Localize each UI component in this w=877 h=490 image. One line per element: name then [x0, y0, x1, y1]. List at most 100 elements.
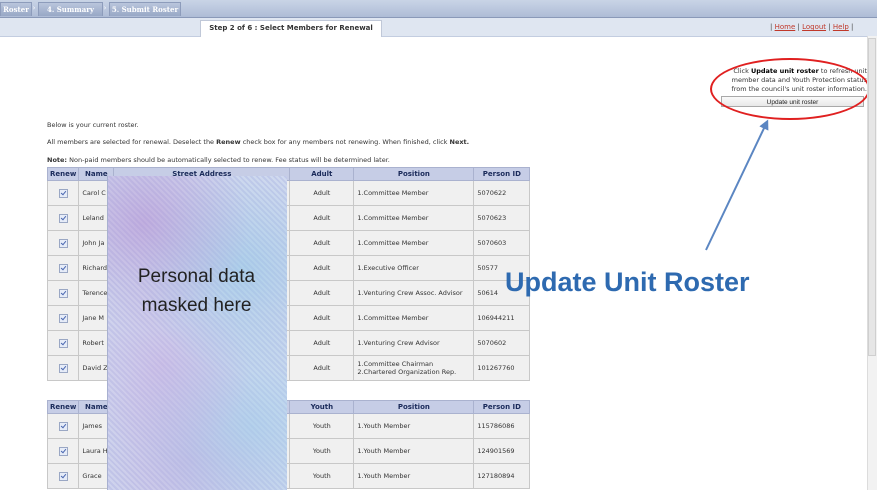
renew-checkbox[interactable] [58, 213, 68, 223]
position: 1.Venturing Crew Advisor [353, 330, 475, 356]
scrollbar-thumb[interactable] [868, 38, 876, 356]
renew-checkbox[interactable] [58, 363, 68, 373]
renew-cell [46, 230, 80, 256]
tab-label: 5. Submit Roster [111, 5, 179, 14]
renew-checkbox[interactable] [58, 313, 68, 323]
renew-checkbox[interactable] [58, 421, 68, 431]
renew-cell [46, 438, 80, 464]
renew-checkbox[interactable] [58, 188, 68, 198]
person-id: 5070622 [473, 180, 531, 206]
arrow-line [705, 119, 769, 251]
tab-label: 4. Summary [47, 5, 94, 14]
position-line: 1.Youth Member [357, 447, 411, 455]
position: 1.Committee Member [353, 205, 475, 231]
position-line: 1.Committee Chairman [357, 360, 434, 368]
instructions-line: All members are selected for renewal. De… [47, 138, 469, 146]
position: 1.Committee Member [353, 230, 475, 256]
position: 1.Venturing Crew Assoc. Advisor [353, 280, 475, 306]
position: 1.Committee Chairman 2.Chartered Organiza… [353, 355, 475, 381]
position-line: 1.Youth Member [357, 422, 411, 430]
col-renew: Renew [46, 167, 80, 181]
member-type: Adult [289, 330, 355, 356]
position-line: 2.Chartered Organization Rep. [357, 368, 457, 376]
instr-text-a: All members are selected for renewal. De… [47, 138, 215, 146]
note-label: Note: [47, 156, 68, 164]
tab-summary[interactable]: 4. Summary [38, 2, 103, 16]
member-type: Youth [289, 413, 355, 439]
renew-cell [46, 255, 80, 281]
col-position: Position [353, 400, 475, 414]
renew-cell [46, 180, 80, 206]
help-link[interactable]: Help [833, 23, 849, 31]
renew-checkbox[interactable] [58, 263, 68, 273]
renew-checkbox[interactable] [58, 238, 68, 248]
member-type: Adult [289, 355, 355, 381]
member-type: Adult [289, 280, 355, 306]
tab-separator: › [32, 4, 36, 12]
position-line: 1.Committee Member [357, 214, 429, 222]
top-links: | Home | Logout | Help | [770, 23, 854, 31]
position-line: 1.Committee Member [357, 314, 429, 322]
privacy-mask [107, 176, 287, 490]
logout-link[interactable]: Logout [802, 23, 826, 31]
note-text: Non-paid members should be automatically… [69, 156, 390, 164]
position: 1.Youth Member [353, 463, 475, 489]
renew-cell [46, 280, 80, 306]
member-type: Adult [289, 230, 355, 256]
member-type: Youth [289, 463, 355, 489]
position: 1.Youth Member [353, 413, 475, 439]
member-type: Youth [289, 438, 355, 464]
home-link[interactable]: Home [775, 23, 796, 31]
note-line: Note: Non-paid members should be automat… [47, 156, 390, 164]
col-member-type: Adult [289, 167, 355, 181]
renew-checkbox[interactable] [58, 288, 68, 298]
callout-label: Update Unit Roster [505, 267, 750, 297]
person-id: 106944211 [473, 305, 531, 331]
col-renew: Renew [46, 400, 80, 414]
renew-checkbox[interactable] [58, 471, 68, 481]
position-line: 1.Executive Officer [357, 264, 419, 272]
renew-checkbox[interactable] [58, 338, 68, 348]
col-position: Position [353, 167, 475, 181]
tab-separator: › [103, 4, 107, 12]
renew-cell [46, 205, 80, 231]
position-line: 1.Venturing Crew Assoc. Advisor [357, 289, 463, 297]
person-id: 5070603 [473, 230, 531, 256]
renew-cell [46, 463, 80, 489]
renew-cell [46, 305, 80, 331]
renew-cell [46, 330, 80, 356]
col-member-type: Youth [289, 400, 355, 414]
person-id: 127180894 [473, 463, 531, 489]
highlight-ellipse [710, 58, 870, 120]
person-id: 5070602 [473, 330, 531, 356]
person-id: 5070623 [473, 205, 531, 231]
instr-text-b: check box for any members not renewing. … [242, 138, 448, 146]
position: 1.Committee Member [353, 305, 475, 331]
person-id: 115786086 [473, 413, 531, 439]
intro-line: Below is your current roster. [47, 121, 139, 129]
col-person-id: Person ID [473, 167, 531, 181]
position: 1.Committee Member [353, 180, 475, 206]
position-line: 1.Committee Member [357, 189, 429, 197]
renew-cell [46, 413, 80, 439]
position: 1.Youth Member [353, 438, 475, 464]
step-title: Step 2 of 6 : Select Members for Renewal [200, 20, 382, 37]
mask-label: Personal data masked here [137, 266, 256, 316]
member-type: Adult [289, 305, 355, 331]
step-bar [0, 18, 877, 37]
renew-checkbox[interactable] [58, 446, 68, 456]
person-id: 124901569 [473, 438, 531, 464]
tab-roster[interactable]: Roster [0, 2, 32, 16]
member-type: Adult [289, 180, 355, 206]
person-id: 101267760 [473, 355, 531, 381]
position-line: 1.Youth Member [357, 472, 411, 480]
position-line: 1.Committee Member [357, 239, 429, 247]
position-line: 1.Venturing Crew Advisor [357, 339, 440, 347]
instr-bold-next: Next. [449, 138, 470, 146]
tab-submit-roster[interactable]: 5. Submit Roster [109, 2, 181, 16]
renew-cell [46, 355, 80, 381]
tab-label: Roster [3, 5, 29, 14]
instr-bold-renew: Renew [216, 138, 241, 146]
position: 1.Executive Officer [353, 255, 475, 281]
member-type: Adult [289, 255, 355, 281]
